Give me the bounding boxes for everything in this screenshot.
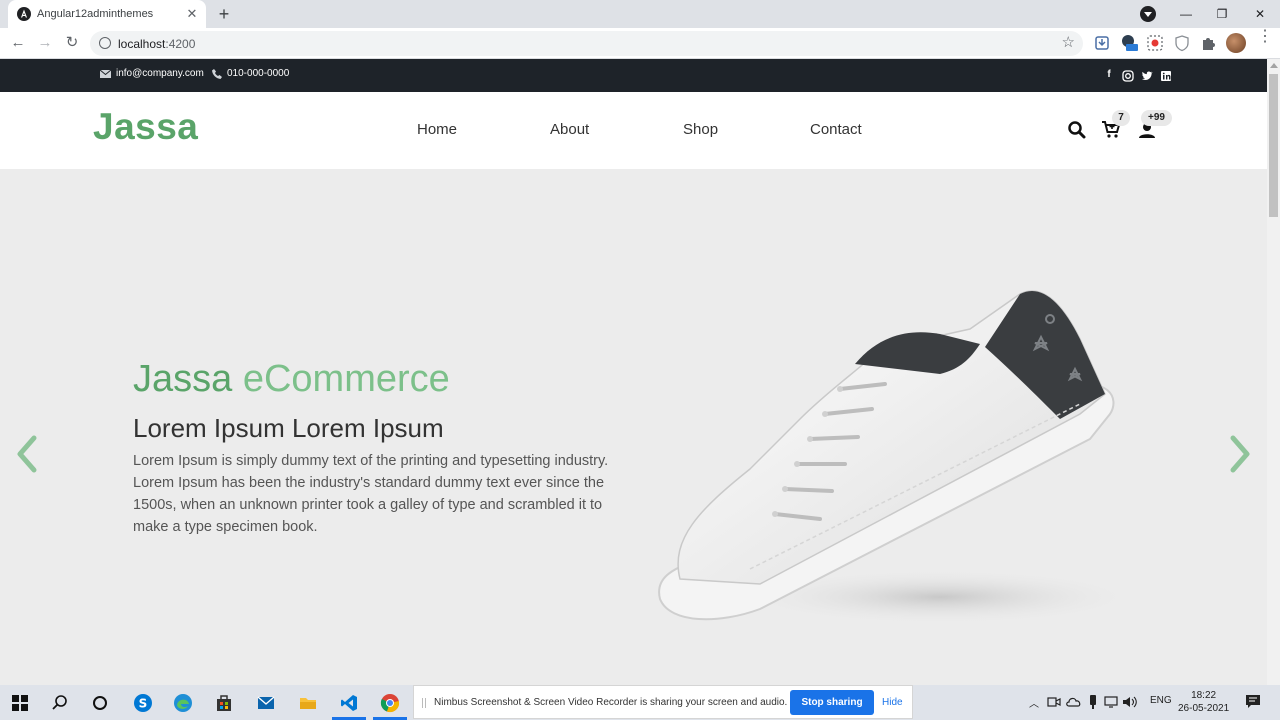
store-icon[interactable] (214, 693, 234, 713)
hero-subtitle: Lorem Ipsum Lorem Ipsum (133, 413, 444, 443)
hide-button[interactable]: Hide (882, 697, 903, 708)
contact-topbar: info@company.com 010-000-0000 f (0, 59, 1267, 92)
show-hidden-icons-chevron-icon[interactable]: ︿ (1029, 695, 1039, 710)
vscode-icon[interactable] (339, 693, 359, 713)
phone-text: 010-000-0000 (227, 68, 290, 79)
network-icon[interactable] (1104, 695, 1118, 709)
site-header: Jassa Home About Shop Contact 7 +99 (0, 92, 1267, 169)
web-page: info@company.com 010-000-0000 f Jassa Ho… (0, 59, 1267, 685)
chrome-icon[interactable] (380, 693, 400, 713)
topbar-email[interactable]: info@company.com (100, 68, 204, 79)
browser-menu-icon[interactable]: ⋮ (1257, 29, 1273, 52)
browser-tab[interactable]: Angular12adminthemes ✕ (8, 0, 206, 28)
hero-slider: Jassa eCommerce Lorem Ipsum Lorem Ipsum … (0, 169, 1267, 685)
address-bar[interactable]: localhost:4200 ☆ (90, 31, 1083, 56)
url-text: localhost:4200 (118, 37, 196, 51)
next-slide-arrow-icon[interactable] (1227, 434, 1253, 474)
minimize-button[interactable]: — (1176, 4, 1196, 24)
drag-handle[interactable] (422, 698, 426, 708)
prev-slide-arrow-icon[interactable] (14, 434, 40, 474)
email-text: info@company.com (116, 68, 204, 79)
stop-sharing-button[interactable]: Stop sharing (790, 690, 874, 715)
browser-toolbar: ← → ↻ localhost:4200 ☆ ⋮ (0, 28, 1280, 59)
bookmark-star-icon[interactable]: ☆ (1062, 33, 1075, 51)
extensions-puzzle-icon[interactable] (1199, 34, 1217, 52)
mail-icon[interactable] (256, 693, 276, 713)
restore-button[interactable]: ❐ (1212, 4, 1232, 24)
search-icon[interactable] (1066, 119, 1088, 141)
twitter-icon[interactable] (1141, 69, 1153, 83)
onedrive-icon[interactable] (1066, 695, 1082, 709)
scrollbar-thumb[interactable] (1269, 74, 1278, 217)
page-scrollbar[interactable] (1267, 59, 1280, 685)
sneaker-image (658, 290, 1140, 625)
extension-download-icon[interactable] (1093, 34, 1111, 52)
envelope-icon (100, 69, 111, 78)
tab-title: Angular12adminthemes (37, 8, 154, 20)
skype-icon[interactable]: S (133, 693, 153, 713)
language-indicator[interactable]: ENG (1150, 695, 1172, 706)
hero-description: Lorem Ipsum is simply dummy text of the … (133, 453, 609, 535)
linkedin-icon[interactable] (1160, 69, 1172, 83)
cortana-icon[interactable] (90, 693, 110, 713)
extension-record-icon[interactable] (1146, 34, 1164, 52)
user-count-badge: +99 (1141, 110, 1172, 126)
file-explorer-icon[interactable] (298, 693, 318, 713)
screen-sharing-bar: Nimbus Screenshot & Screen Video Recorde… (413, 685, 913, 719)
cart-count-badge: 7 (1112, 110, 1130, 126)
clock-date: 26-05-2021 (1178, 703, 1230, 714)
phone-icon (212, 68, 222, 79)
windows-start-icon[interactable] (10, 693, 30, 713)
clock-time: 18:22 (1191, 690, 1217, 701)
close-tab-icon[interactable]: ✕ (184, 6, 200, 22)
speaker-icon[interactable] (1122, 695, 1138, 709)
profile-avatar[interactable] (1226, 33, 1246, 53)
close-window-button[interactable]: ✕ (1250, 4, 1270, 24)
system-clock[interactable]: 18:22 26-05-2021 (1178, 689, 1229, 715)
nav-home[interactable]: Home (417, 121, 457, 138)
facebook-icon[interactable]: f (1103, 68, 1115, 82)
nav-about[interactable]: About (550, 121, 589, 138)
search-taskbar-icon[interactable] (50, 693, 70, 713)
windows-taskbar: S Nimbus Screenshot & Screen Video Recor… (0, 685, 1280, 720)
nav-shop[interactable]: Shop (683, 121, 718, 138)
nav-contact[interactable]: Contact (810, 121, 862, 138)
instagram-icon[interactable] (1122, 69, 1134, 83)
topbar-phone[interactable]: 010-000-0000 (212, 68, 289, 79)
extension-shield-icon[interactable] (1173, 34, 1191, 52)
angular-icon (17, 7, 31, 21)
reload-icon[interactable]: ↻ (62, 33, 82, 53)
site-info-icon[interactable] (99, 37, 111, 49)
meet-now-icon[interactable] (1047, 695, 1061, 709)
forward-icon[interactable]: → (35, 33, 55, 53)
sharing-message: Nimbus Screenshot & Screen Video Recorde… (434, 697, 788, 708)
notifications-icon[interactable] (1245, 694, 1261, 710)
site-logo[interactable]: Jassa (93, 106, 198, 148)
extension-na-icon[interactable] (1120, 34, 1138, 52)
usb-device-icon[interactable] (1088, 694, 1098, 710)
tab-search-icon[interactable] (1140, 6, 1156, 22)
svg-text:S: S (139, 697, 148, 711)
edge-icon[interactable] (173, 693, 193, 713)
browser-tabstrip: Angular12adminthemes ✕ + — ❐ ✕ (0, 0, 1280, 28)
scroll-up-icon[interactable] (1270, 63, 1278, 68)
new-tab-button[interactable]: + (215, 5, 233, 23)
back-icon[interactable]: ← (8, 33, 28, 53)
hero-title: Jassa eCommerce (133, 358, 450, 400)
